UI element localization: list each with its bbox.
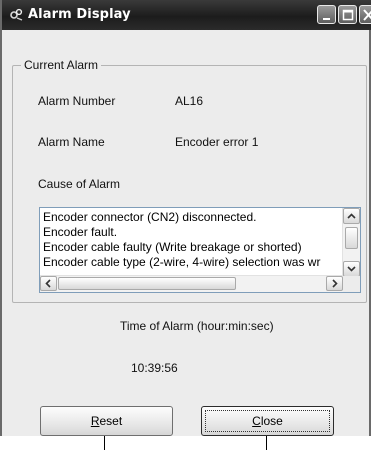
cause-of-alarm-label: Cause of Alarm [38,177,121,191]
reset-button[interactable]: Reset [40,406,173,436]
time-of-alarm-value: 10:39:56 [131,361,178,375]
title-bar[interactable]: Alarm Display [2,0,371,30]
reset-callout-line [104,436,105,450]
scrollbar-corner [343,276,360,292]
current-alarm-group-label: Current Alarm [21,58,102,72]
time-of-alarm-label: Time of Alarm (hour:min:sec) [120,319,274,333]
list-item[interactable]: Encoder fault. [43,225,117,239]
alarm-display-window: Alarm Display Current Alarm Alarm Number… [0,0,371,436]
alarm-number-value: AL16 [175,94,204,108]
scroll-left-button[interactable] [40,276,57,291]
close-icon [363,9,371,21]
list-item[interactable]: Encoder cable faulty (Write breakage or … [43,240,302,254]
maximize-button[interactable] [338,5,357,24]
alarm-number-label: Alarm Number [38,94,116,108]
list-item[interactable]: Encoder connector (CN2) disconnected. [43,210,256,224]
scroll-down-button[interactable] [343,261,360,277]
scroll-right-button[interactable] [326,276,343,291]
chevron-up-icon [347,213,356,219]
alarm-name-label: Alarm Name [38,135,105,149]
close-button[interactable]: Close [201,406,334,436]
cause-of-alarm-list[interactable]: Encoder connector (CN2) disconnected. En… [39,207,361,293]
horizontal-scrollbar[interactable] [40,275,343,292]
window-title: Alarm Display [28,7,131,22]
reset-label-rest: eset [99,414,123,428]
alarm-app-icon[interactable] [8,6,24,22]
scroll-up-button[interactable] [343,208,360,224]
vertical-scrollbar[interactable] [342,208,360,277]
focus-rectangle [205,410,330,432]
close-window-button[interactable] [359,5,371,24]
maximize-icon [342,9,354,21]
chevron-right-icon [332,279,338,288]
minimize-icon [323,18,330,20]
horizontal-scroll-thumb[interactable] [58,277,236,290]
minimize-button[interactable] [317,5,336,24]
alarm-name-value: Encoder error 1 [175,135,259,149]
chevron-down-icon [347,266,356,272]
vertical-scroll-thumb[interactable] [345,227,358,249]
list-item[interactable]: Encoder cable type (2-wire, 4-wire) sele… [43,255,320,269]
chevron-left-icon [45,279,51,288]
close-callout-line [266,436,267,450]
